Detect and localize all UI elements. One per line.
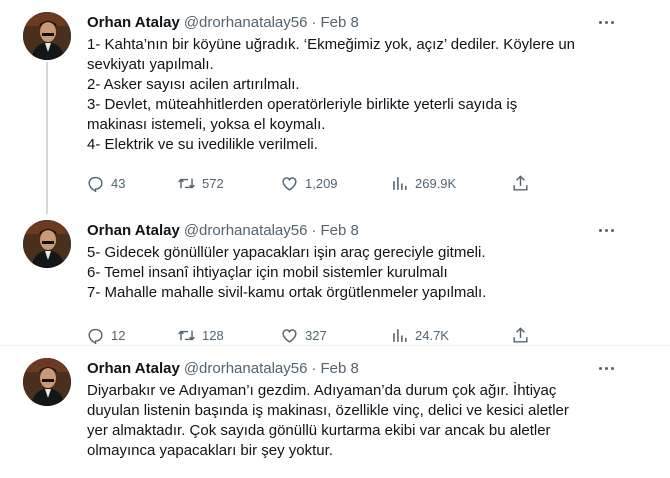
- share-icon: [513, 174, 528, 191]
- tweet-header: Orhan Atalay @drorhanatalay56 · Feb 8: [87, 12, 630, 32]
- author-handle[interactable]: @drorhanatalay56: [184, 14, 308, 31]
- author-handle[interactable]: @drorhanatalay56: [184, 360, 308, 377]
- tweet-text-line: 5- Gidecek gönüllüler yapacakları işin a…: [87, 244, 486, 261]
- reply-icon: [88, 328, 103, 344]
- views-count: 24.7K: [415, 327, 449, 343]
- separator-dot: ·: [311, 221, 317, 239]
- retweet-icon: [178, 330, 195, 340]
- share-icon: [513, 326, 528, 343]
- retweet-button[interactable]: 572: [177, 172, 224, 194]
- tweet-text: 5- Gidecek gönüllüler yapacakları işin a…: [87, 243, 640, 303]
- tweet-header: Orhan Atalay @drorhanatalay56 · Feb 8: [87, 220, 630, 240]
- like-count: 327: [305, 327, 327, 343]
- tweet-text-line: 4- Elektrik ve su ivedilikle verilmeli.: [87, 136, 318, 153]
- like-button[interactable]: 1,209: [280, 172, 338, 194]
- share-button[interactable]: [511, 324, 536, 346]
- tweet-text: 1- Kahta’nın bir köyüne uğradık. ‘Ekmeği…: [87, 35, 640, 155]
- reply-button[interactable]: 12: [86, 324, 125, 346]
- tweet-feed: Orhan Atalay @drorhanatalay56 · Feb 8 1-…: [0, 0, 670, 478]
- author-handle[interactable]: @drorhanatalay56: [184, 222, 308, 239]
- more-icon[interactable]: [596, 12, 616, 32]
- tweet-text-line: 7- Mahalle mahalle sivil-kamu ortak örgü…: [87, 284, 487, 301]
- like-icon: [282, 176, 297, 191]
- reply-button[interactable]: 43: [86, 172, 125, 194]
- tweet-text-line: duyulan listenin başında iş makinası, öz…: [87, 402, 569, 419]
- views-button[interactable]: 269.9K: [390, 172, 456, 194]
- views-icon: [393, 328, 407, 342]
- tweet[interactable]: Orhan Atalay @drorhanatalay56 · Feb 8 Di…: [0, 346, 670, 478]
- more-icon[interactable]: [596, 220, 616, 240]
- separator-dot: ·: [311, 13, 317, 31]
- tweet-date[interactable]: Feb 8: [320, 14, 358, 31]
- author-name[interactable]: Orhan Atalay: [87, 360, 180, 377]
- tweet-text-line: Diyarbakır ve Adıyaman’ı gezdim. Adıyama…: [87, 382, 557, 399]
- tweet[interactable]: Orhan Atalay @drorhanatalay56 · Feb 8 1-…: [0, 0, 670, 214]
- retweet-icon: [178, 178, 195, 188]
- tweet-date[interactable]: Feb 8: [320, 360, 358, 377]
- like-icon: [282, 328, 297, 343]
- like-count: 1,209: [305, 175, 338, 191]
- author-name[interactable]: Orhan Atalay: [87, 222, 180, 239]
- tweet-actions: 43 572 1,209 269.9K: [82, 172, 542, 194]
- views-icon: [393, 176, 407, 190]
- more-icon[interactable]: [596, 358, 616, 378]
- tweet-header: Orhan Atalay @drorhanatalay56 · Feb 8: [87, 358, 630, 378]
- reply-icon: [88, 176, 103, 192]
- avatar[interactable]: [23, 358, 71, 406]
- reply-count: 12: [111, 327, 126, 343]
- views-count: 269.9K: [415, 175, 457, 191]
- thread-connector-line: [46, 62, 48, 214]
- views-button[interactable]: 24.7K: [390, 324, 449, 346]
- retweet-count: 128: [202, 327, 224, 343]
- tweet-text-line: 1- Kahta’nın bir köyüne uğradık. ‘Ekmeği…: [87, 36, 576, 53]
- tweet-text-line: yer almaktadır. Çok sayıda gönüllü kurta…: [87, 422, 551, 439]
- like-button[interactable]: 327: [280, 324, 327, 346]
- tweet-text-line: 2- Asker sayısı acilen artırılmalı.: [87, 76, 300, 93]
- tweet-text-line: makinası istemeli, yoksa el koymalı.: [87, 116, 326, 133]
- tweet[interactable]: Orhan Atalay @drorhanatalay56 · Feb 8 5-…: [0, 208, 670, 346]
- avatar[interactable]: [23, 220, 71, 268]
- reply-count: 43: [111, 175, 126, 191]
- tweet-text-line: 3- Devlet, müteahhitlerden operatörleriy…: [87, 96, 518, 113]
- tweet-date[interactable]: Feb 8: [320, 222, 358, 239]
- tweet-text-line: olmayınca yapacakları bir şey yoktur.: [87, 442, 333, 459]
- tweet-text: Diyarbakır ve Adıyaman’ı gezdim. Adıyama…: [87, 381, 640, 461]
- author-name[interactable]: Orhan Atalay: [87, 14, 180, 31]
- tweet-actions: 12 128 327 24.7K: [82, 324, 542, 346]
- tweet-text-line: 6- Temel insanî ihtiyaçlar için mobil si…: [87, 264, 448, 281]
- share-button[interactable]: [511, 172, 536, 194]
- separator-dot: ·: [311, 359, 317, 377]
- retweet-count: 572: [202, 175, 224, 191]
- avatar[interactable]: [23, 12, 71, 60]
- retweet-button[interactable]: 128: [177, 324, 224, 346]
- tweet-text-line: sevkiyatı yapılmalı.: [87, 56, 214, 73]
